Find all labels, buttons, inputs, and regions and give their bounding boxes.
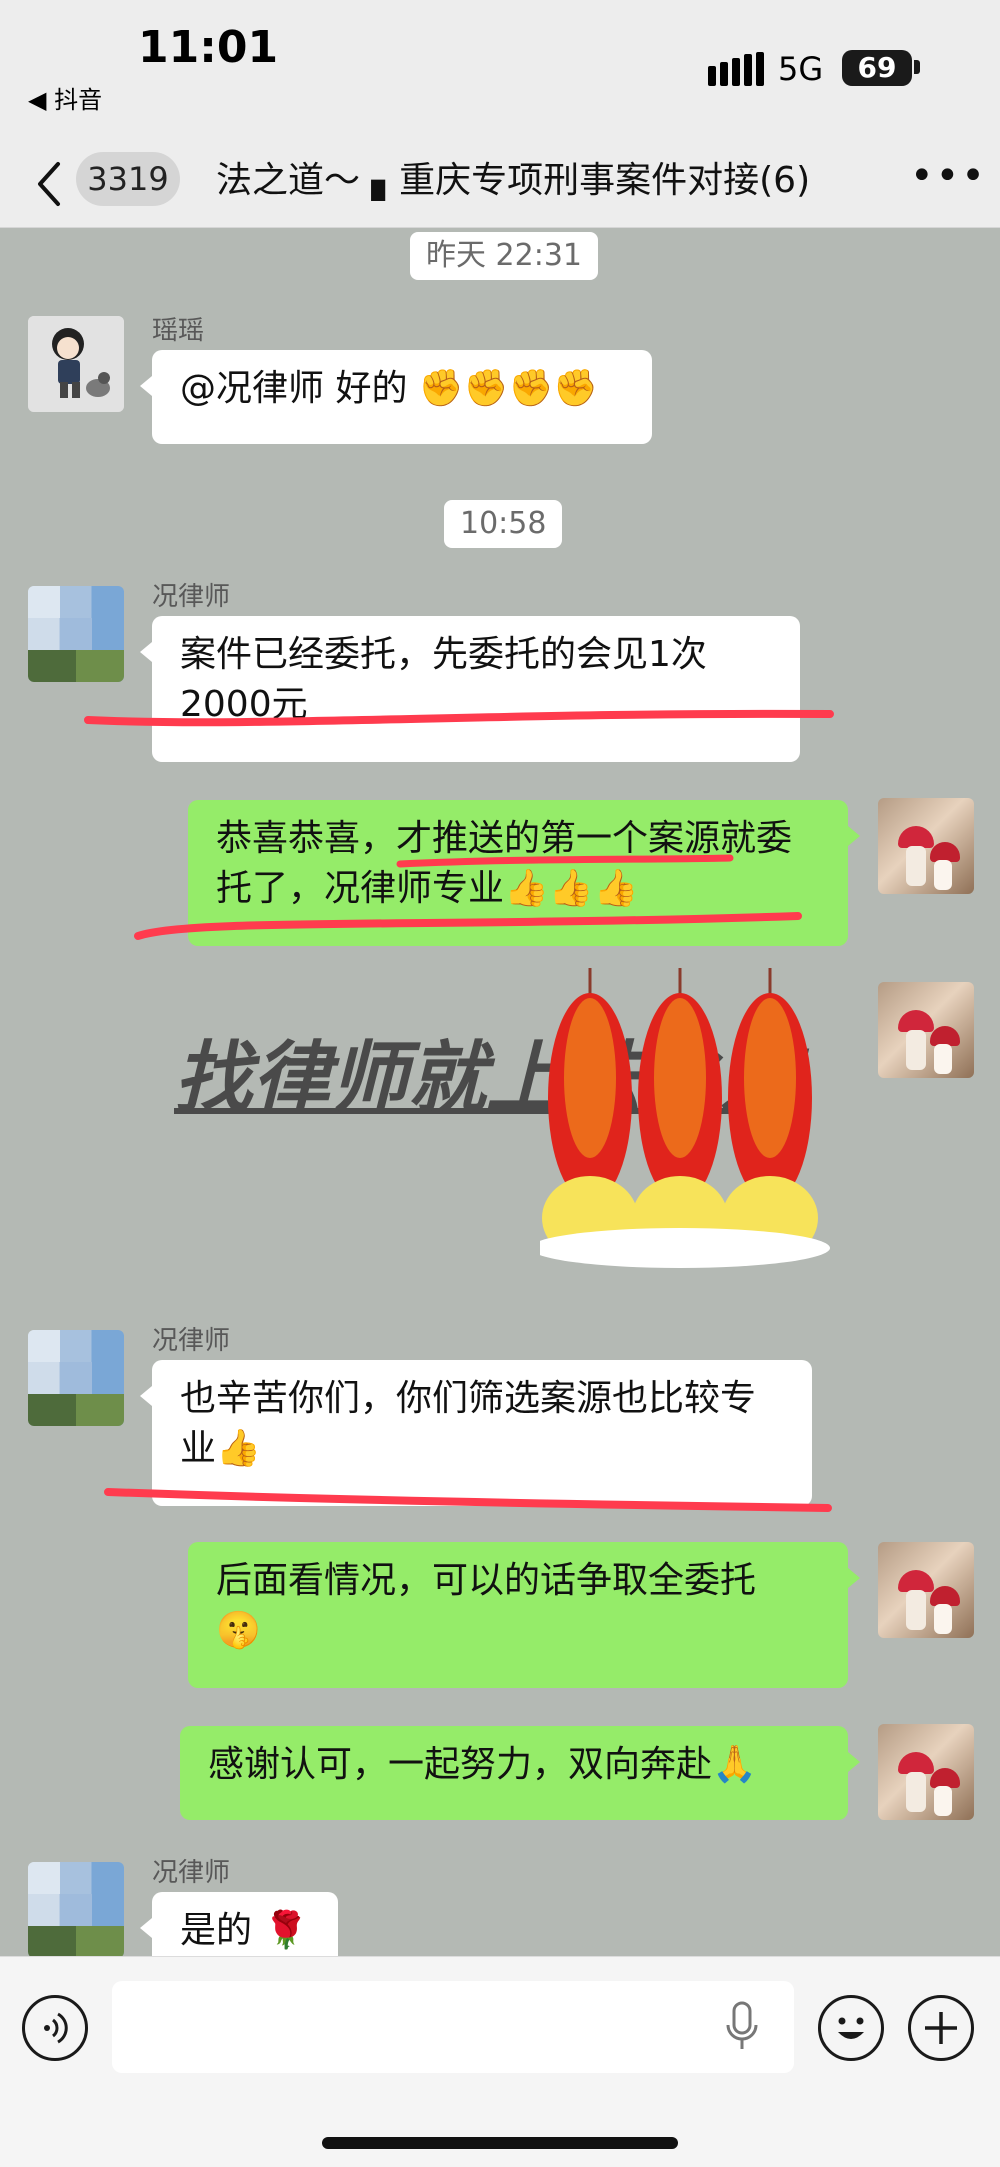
home-indicator[interactable] (322, 2137, 678, 2149)
message-bubble[interactable]: 感谢认可，一起努力，双向奔赴🙏 (180, 1726, 860, 1820)
message-bubble[interactable]: @况律师 好的 ✊✊✊✊ (140, 350, 652, 444)
avatar[interactable] (28, 1862, 124, 1956)
unread-count-badge[interactable]: 3319 (76, 152, 180, 206)
timestamp: 昨天 22:31 (410, 232, 598, 280)
avatar-self[interactable] (878, 982, 974, 1078)
message-bubble[interactable]: 案件已经委托，先委托的会见1次2000元 (140, 616, 800, 762)
thumbs-up-emoji: 👍👍👍 (504, 868, 639, 909)
signal-icon (708, 52, 764, 86)
emoji-icon[interactable] (818, 1995, 884, 2061)
back-arrow-icon[interactable] (28, 154, 72, 214)
girl-avatar-icon (28, 316, 124, 412)
message-bubble[interactable]: 恭喜恭喜，才推送的第一个案源就委托了，况律师专业👍👍👍 (188, 800, 860, 946)
avatar-self[interactable] (878, 1542, 974, 1638)
sender-name: 况律师 (152, 582, 231, 612)
network-type: 5G (778, 50, 824, 88)
voice-wave-icon (44, 2012, 68, 2044)
message-input[interactable] (112, 1981, 794, 2073)
avatar[interactable] (28, 1330, 124, 1426)
plus-icon[interactable] (908, 1995, 974, 2061)
message-list[interactable]: 昨天 22:31 瑶瑶 @况律师 好的 ✊✊✊✊ 10:58 况律师 案件已经委… (0, 228, 1000, 1956)
sender-name: 瑶瑶 (152, 316, 205, 346)
avatar[interactable] (28, 586, 124, 682)
message-text: 是的 (180, 1910, 253, 1951)
folded-hands-emoji: 🙏 (712, 1744, 757, 1785)
chat-header: 3319 法之道～ ▖重庆专项刑事案件对接(6) ••• (0, 140, 1000, 228)
firecracker-sticker[interactable]: 找律师就上法之道 (170, 968, 870, 1268)
status-time: 11:01 (138, 22, 279, 73)
message-bubble[interactable]: 后面看情况，可以的话争取全委托 🤫 (188, 1542, 860, 1688)
more-options-icon[interactable]: ••• (910, 154, 985, 208)
message-bubble[interactable]: 也辛苦你们，你们筛选案源也比较专业👍 (140, 1360, 812, 1506)
avatar-self[interactable] (878, 798, 974, 894)
firecracker-icon (540, 968, 830, 1268)
battery-tip (914, 60, 920, 74)
avatar-self[interactable] (878, 1724, 974, 1820)
message-text: 后面看情况，可以的话争取全委托 (216, 1560, 757, 1601)
fist-emoji: ✊✊✊✊ (418, 368, 599, 409)
message-text: 案件已经委托，先委托的会见1次2000元 (180, 634, 707, 725)
smiley-icon (838, 2017, 864, 2039)
message-text: @况律师 好的 (180, 368, 408, 409)
message-bubble[interactable]: 是的 🌹 (140, 1892, 338, 1956)
status-bar: 11:01 ◀ 抖音 5G 69 (0, 0, 1000, 140)
thumbs-up-emoji: 👍 (216, 1428, 261, 1469)
add-icon (925, 2012, 957, 2044)
message-text: 也辛苦你们，你们筛选案源也比较专业 (180, 1378, 757, 1469)
chat-title: 法之道～ ▖重庆专项刑事案件对接(6) (216, 160, 811, 201)
voice-icon[interactable] (22, 1995, 88, 2061)
mic-icon[interactable] (720, 1999, 764, 2055)
avatar[interactable] (28, 316, 124, 412)
timestamp: 10:58 (444, 500, 563, 548)
rose-emoji: 🌹 (263, 1910, 309, 1951)
battery-icon: 69 (842, 50, 912, 86)
shush-emoji: 🤫 (216, 1610, 261, 1651)
input-bar (0, 1956, 1000, 2167)
message-text: 感谢认可，一起努力，双向奔赴 (208, 1744, 713, 1785)
sender-name: 况律师 (152, 1858, 231, 1888)
sender-name: 况律师 (152, 1326, 231, 1356)
back-to-app-link[interactable]: ◀ 抖音 (28, 80, 102, 115)
